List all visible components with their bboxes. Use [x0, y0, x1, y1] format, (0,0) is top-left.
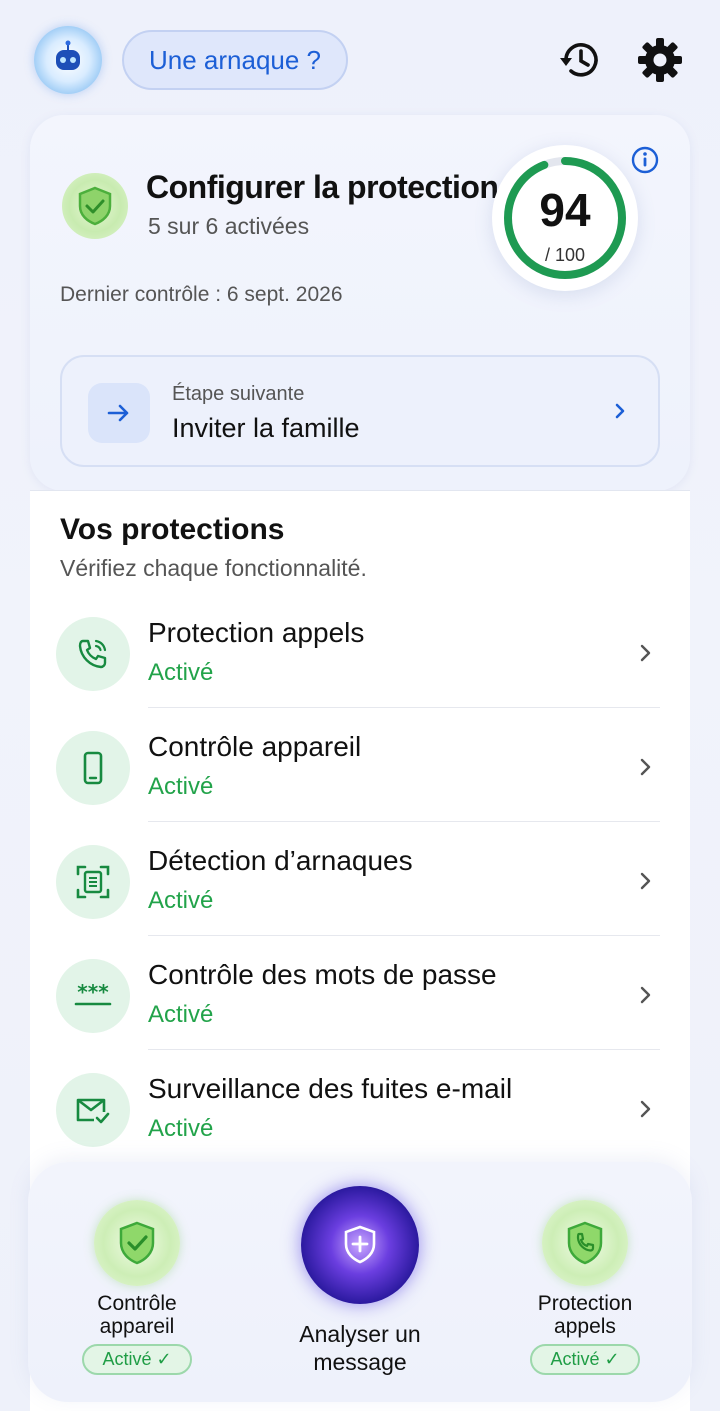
quick-label: Contrôle appareil: [64, 1292, 210, 1338]
chevron-right-icon: [636, 639, 656, 667]
divider: [148, 707, 660, 708]
quick-label-line2: message: [313, 1349, 407, 1375]
svg-text:***: ***: [77, 980, 109, 1004]
protection-row-scam-detection[interactable]: Détection d’arnaques Activé: [30, 837, 690, 951]
quick-actions-bar: Contrôle appareil Activé ✓ Analyser un m…: [28, 1162, 692, 1402]
chevron-right-icon: [636, 1095, 656, 1123]
quick-label-line2: appels: [554, 1315, 616, 1338]
divider: [148, 1049, 660, 1050]
summary-title: Configurer la protection: [146, 169, 499, 205]
analyze-message-button[interactable]: Analyser un message: [270, 1186, 450, 1376]
shield-plus-icon: [301, 1186, 419, 1304]
smartphone-icon: [56, 731, 130, 805]
chevron-right-icon: [608, 397, 632, 425]
next-step-value: Inviter la famille: [172, 413, 360, 443]
protection-row-calls[interactable]: Protection appels Activé: [30, 609, 690, 723]
top-bar: Une arnaque ?: [0, 0, 720, 118]
row-title: Protection appels: [148, 617, 365, 648]
password-icon: ***: [56, 959, 130, 1033]
protection-summary-card: Configurer la protection 5 sur 6 activée…: [30, 115, 690, 491]
section-title: Vos protections: [60, 513, 285, 546]
divider: [148, 821, 660, 822]
row-status: Activé: [148, 1001, 214, 1028]
shield-phone-icon: [542, 1200, 628, 1286]
section-subtitle: Vérifiez chaque fonctionnalité.: [60, 555, 367, 581]
chevron-right-icon: [636, 867, 656, 895]
divider: [148, 935, 660, 936]
score-max: / 100: [544, 245, 586, 265]
protection-row-device[interactable]: Contrôle appareil Activé: [30, 723, 690, 837]
robot-avatar-icon[interactable]: [34, 26, 102, 94]
status-badge: Activé ✓: [530, 1344, 640, 1375]
history-icon[interactable]: [556, 36, 604, 84]
row-title: Surveillance des fuites e-mail: [148, 1073, 513, 1104]
row-status: Activé: [148, 659, 214, 686]
row-title: Contrôle appareil: [148, 731, 362, 762]
quick-label-line1: Contrôle: [97, 1292, 177, 1315]
arrow-right-icon: [88, 383, 150, 443]
quick-label-line2: appareil: [99, 1315, 175, 1338]
summary-subtitle: 5 sur 6 activées: [148, 213, 310, 239]
row-title: Détection d’arnaques: [148, 845, 413, 876]
chevron-right-icon: [636, 981, 656, 1009]
quick-device-control[interactable]: Contrôle appareil Activé ✓: [64, 1200, 210, 1375]
chevron-right-icon: [636, 753, 656, 781]
quick-label-line1: Analyser un: [299, 1321, 421, 1347]
last-check-date: Dernier contrôle : 6 sept. 2026: [60, 283, 343, 306]
row-status: Activé: [148, 773, 214, 800]
next-step-card[interactable]: Étape suivante Inviter la famille: [60, 355, 660, 467]
quick-label: Protection appels: [512, 1292, 658, 1338]
protection-row-passwords[interactable]: *** Contrôle des mots de passe Activé: [30, 951, 690, 1065]
row-status: Activé: [148, 887, 214, 914]
gear-icon[interactable]: [636, 36, 684, 84]
scan-document-icon: [56, 845, 130, 919]
score-value: 94: [539, 184, 591, 236]
mail-check-icon: [56, 1073, 130, 1147]
shield-check-icon: [62, 173, 128, 239]
phone-shield-icon: [56, 617, 130, 691]
next-step-label: Étape suivante: [172, 383, 305, 405]
shield-check-icon: [94, 1200, 180, 1286]
quick-call-protection[interactable]: Protection appels Activé ✓: [512, 1200, 658, 1375]
quick-label: Analyser un message: [270, 1320, 450, 1376]
row-status: Activé: [148, 1115, 214, 1142]
protection-score-gauge: 94 / 100: [492, 145, 638, 291]
status-badge: Activé ✓: [82, 1344, 192, 1375]
row-title: Contrôle des mots de passe: [148, 959, 497, 990]
scam-help-button[interactable]: Une arnaque ?: [122, 30, 348, 90]
quick-label-line1: Protection: [537, 1292, 633, 1315]
info-icon[interactable]: [630, 145, 660, 175]
